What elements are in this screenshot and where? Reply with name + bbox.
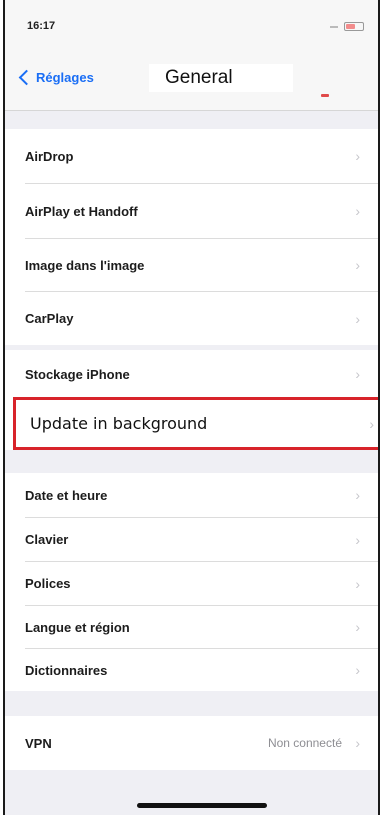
chevron-right-icon: › — [355, 257, 360, 273]
chevron-right-icon: › — [355, 203, 360, 219]
row-iphone-storage[interactable]: Stockage iPhone › — [5, 350, 378, 398]
chevron-right-icon: › — [369, 415, 374, 432]
settings-group-4: VPN Non connecté › — [5, 716, 378, 770]
row-label: Clavier — [25, 532, 69, 547]
row-label: Update in background — [30, 414, 208, 433]
settings-group-3: Date et heure › Clavier › Polices › Lang… — [5, 473, 378, 691]
navigation-bar: Réglages General — [5, 50, 378, 111]
row-label: Dictionnaires — [25, 662, 108, 678]
chevron-right-icon: › — [355, 662, 360, 678]
row-airplay-handoff[interactable]: AirPlay et Handoff › — [5, 184, 378, 238]
row-label: CarPlay — [25, 311, 74, 326]
chevron-right-icon: › — [355, 366, 360, 382]
signal-icon — [330, 26, 338, 28]
annotation-mark — [321, 94, 329, 97]
row-picture-in-picture[interactable]: Image dans l'image › — [5, 239, 378, 291]
back-label: Réglages — [36, 70, 94, 85]
home-indicator[interactable] — [137, 803, 267, 808]
row-label: AirPlay et Handoff — [25, 203, 138, 219]
back-button[interactable]: Réglages — [17, 69, 94, 86]
chevron-right-icon: › — [355, 735, 360, 751]
row-vpn[interactable]: VPN Non connecté › — [5, 716, 378, 770]
battery-icon — [344, 22, 364, 31]
row-dictionaries[interactable]: Dictionnaires › — [5, 649, 378, 691]
row-label: Stockage iPhone — [25, 366, 130, 382]
page-title: General — [149, 64, 293, 92]
chevron-right-icon: › — [355, 619, 360, 635]
settings-group-1: AirDrop › AirPlay et Handoff › Image dan… — [5, 129, 378, 345]
row-label: Langue et région — [25, 619, 130, 635]
row-date-time[interactable]: Date et heure › — [5, 473, 378, 517]
row-label: Date et heure — [25, 487, 108, 503]
row-keyboard[interactable]: Clavier › — [5, 518, 378, 561]
row-label: VPN — [25, 735, 52, 751]
chevron-right-icon: › — [355, 575, 360, 592]
row-airdrop[interactable]: AirDrop › — [5, 129, 378, 183]
chevron-right-icon: › — [355, 531, 360, 548]
chevron-right-icon: › — [355, 148, 360, 164]
row-label: Image dans l'image — [25, 257, 145, 273]
vpn-status: Non connecté — [267, 736, 342, 750]
status-bar: 16:17 — [5, 0, 378, 50]
row-label: Polices — [25, 576, 71, 591]
row-update-in-background[interactable]: Update in background › — [13, 397, 378, 450]
row-label: AirDrop — [25, 148, 74, 164]
row-language-region[interactable]: Langue et région › — [5, 606, 378, 648]
row-carplay[interactable]: CarPlay › — [5, 292, 378, 345]
row-fonts[interactable]: Polices › — [5, 562, 378, 605]
chevron-left-icon — [18, 69, 35, 86]
chevron-right-icon: › — [355, 310, 360, 327]
status-time: 16:17 — [27, 20, 56, 32]
chevron-right-icon: › — [355, 487, 360, 503]
settings-screen: 16:17 Réglages General AirDrop › AirPlay… — [3, 0, 380, 815]
